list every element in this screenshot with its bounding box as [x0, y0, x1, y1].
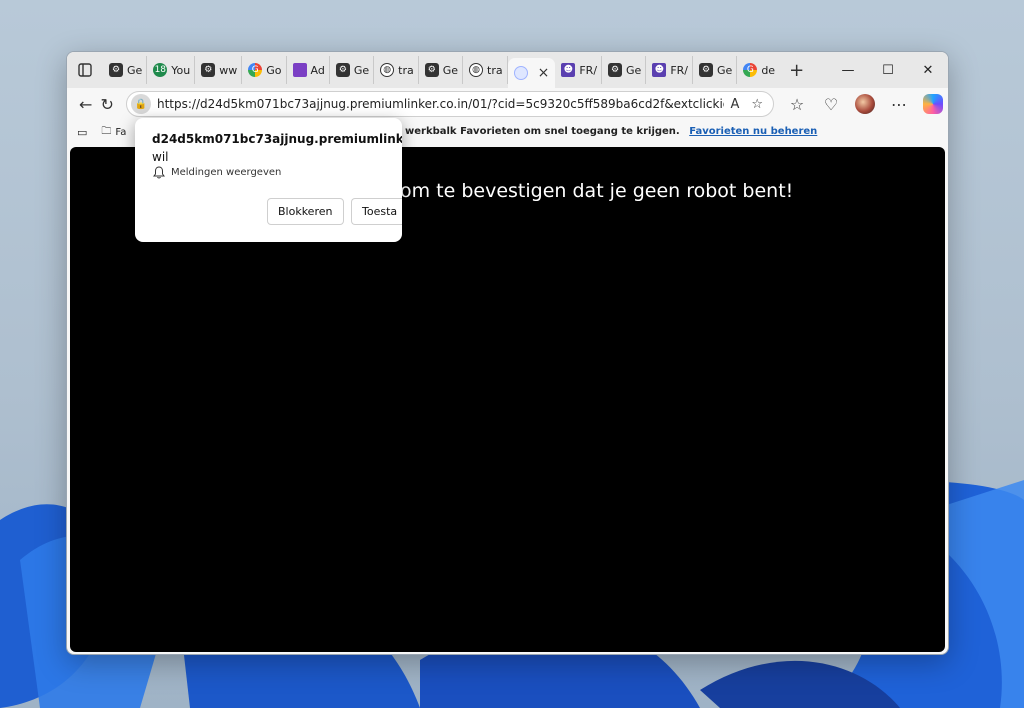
tab[interactable]: ◍ tra: [463, 56, 508, 84]
tab[interactable]: ◍ tra: [374, 56, 419, 84]
bell-icon: [153, 166, 165, 179]
close-window-button[interactable]: ✕: [908, 52, 948, 88]
window-controls: — ☐ ✕: [828, 52, 948, 88]
address-url[interactable]: https://d24d5km071bc73ajjnug.premiumlink…: [157, 97, 724, 111]
file-icon: ⚙: [699, 63, 714, 77]
file-icon: ⚙: [608, 63, 623, 77]
favorites-prompt: werkbalk Favorieten om snel toegang te k…: [405, 126, 817, 137]
globe-icon: ◍: [380, 63, 395, 77]
popup-wil-text: wil: [152, 150, 169, 164]
browser-essentials-button[interactable]: ♡: [816, 90, 846, 118]
tab-label: Go: [266, 63, 282, 77]
favorites-list-icon: ☆: [789, 94, 805, 114]
tab-label: Ge: [353, 63, 370, 77]
favorites-button[interactable]: ☆: [782, 90, 812, 118]
more-menu-button[interactable]: ⋯: [884, 90, 914, 118]
toolbar-right: ☆ ♡ ⋯: [782, 90, 948, 118]
browser-toolbar: ← ↻ 🔒 https://d24d5km071bc73ajjnug.premi…: [67, 88, 948, 120]
new-tab-button[interactable]: +: [779, 60, 814, 81]
youtube-icon: 18: [153, 63, 168, 77]
copilot-button[interactable]: [918, 90, 948, 118]
popup-permission-label: Meldingen weergeven: [171, 167, 282, 178]
tab-label: ww: [219, 63, 238, 77]
file-icon: ⚙: [335, 63, 350, 77]
tab[interactable]: ☻ FR/: [646, 56, 694, 84]
globe-icon: ◍: [469, 63, 484, 77]
notification-permission-popup: d24d5km071bc73ajjnug.premiumlinker.co.in…: [135, 118, 402, 242]
address-actions: A ☆: [730, 97, 773, 112]
ad-icon: [292, 63, 307, 77]
tab[interactable]: ⚙ Ge: [419, 56, 464, 84]
monster-icon: ☻: [561, 63, 576, 77]
block-button[interactable]: Blokkeren: [267, 198, 344, 225]
tab[interactable]: G Go: [242, 56, 287, 84]
favorites-prompt-text: werkbalk Favorieten om snel toegang te k…: [405, 126, 680, 137]
site-info-icon[interactable]: 🔒: [131, 94, 151, 114]
tab-active[interactable]: ×: [507, 58, 556, 88]
tab[interactable]: ⚙ Ge: [602, 56, 647, 84]
tab-label: Ge: [626, 63, 642, 77]
tab-actions-button[interactable]: [67, 52, 103, 88]
favorites-bar-icon[interactable]: ▭: [77, 126, 87, 139]
favorite-star-icon[interactable]: ☆: [751, 97, 763, 112]
copilot-icon: [923, 94, 943, 114]
google-icon: G: [743, 63, 758, 77]
tab[interactable]: ⚙ ww: [195, 56, 243, 84]
tab-actions-icon: [78, 63, 92, 77]
tab[interactable]: 18 You: [147, 56, 196, 84]
favorites-bar-item[interactable]: Fa: [115, 127, 126, 138]
tab[interactable]: ☻ FR/: [555, 56, 603, 84]
tab-label: You: [171, 63, 191, 77]
maximize-button[interactable]: ☐: [868, 52, 908, 88]
file-icon: ⚙: [201, 63, 216, 77]
tab[interactable]: ⚙ Ge: [693, 56, 738, 84]
read-aloud-icon[interactable]: A: [730, 97, 739, 112]
tab-label: FR/: [670, 63, 689, 77]
refresh-button[interactable]: ↻: [97, 90, 119, 118]
google-icon: G: [248, 63, 263, 77]
tab-label: FR/: [579, 63, 598, 77]
file-icon: ⚙: [424, 63, 439, 77]
tab-label: de: [761, 63, 776, 77]
more-dots-icon: ⋯: [891, 94, 907, 114]
manage-favorites-link[interactable]: Favorieten nu beheren: [689, 126, 817, 137]
profile-button[interactable]: [850, 90, 880, 118]
tab[interactable]: G de: [737, 56, 779, 84]
captcha-message: om te bevestigen dat je geen robot bent!: [400, 180, 794, 202]
tab-label: tra: [487, 63, 503, 77]
tab-bar: ⚙ Ge 18 You ⚙ ww G Go Ad ⚙ Ge ◍ tra ⚙ Ge…: [67, 52, 948, 88]
tab-label: tra: [398, 63, 414, 77]
favorites-bar-folder-icon[interactable]: 🗀: [101, 124, 111, 141]
tab-strip: ⚙ Ge 18 You ⚙ ww G Go Ad ⚙ Ge ◍ tra ⚙ Ge…: [103, 52, 814, 88]
tab-label: Ge: [717, 63, 733, 77]
address-bar[interactable]: 🔒 https://d24d5km071bc73ajjnug.premiumli…: [126, 91, 774, 117]
loading-icon: [513, 66, 528, 80]
tab-label: Ge: [442, 63, 459, 77]
heart-pulse-icon: ♡: [823, 94, 839, 114]
file-icon: ⚙: [109, 63, 123, 77]
back-button[interactable]: ←: [75, 90, 97, 118]
arrow-left-icon: ←: [79, 94, 93, 114]
tab[interactable]: ⚙ Ge: [330, 56, 375, 84]
tab-label: Ad: [310, 63, 325, 77]
monster-icon: ☻: [652, 63, 667, 77]
avatar: [855, 94, 875, 114]
tab-label: Ge: [127, 63, 143, 77]
tab[interactable]: Ad: [287, 56, 330, 84]
minimize-button[interactable]: —: [828, 52, 868, 88]
popup-permission-row: Meldingen weergeven: [153, 166, 281, 179]
tab[interactable]: ⚙ Ge: [103, 56, 148, 84]
allow-button[interactable]: Toesta: [351, 198, 402, 225]
popup-site-name: d24d5km071bc73ajjnug.premiumlinker.co.in: [152, 132, 402, 146]
close-tab-icon[interactable]: ×: [538, 65, 550, 81]
refresh-icon: ↻: [100, 94, 114, 114]
